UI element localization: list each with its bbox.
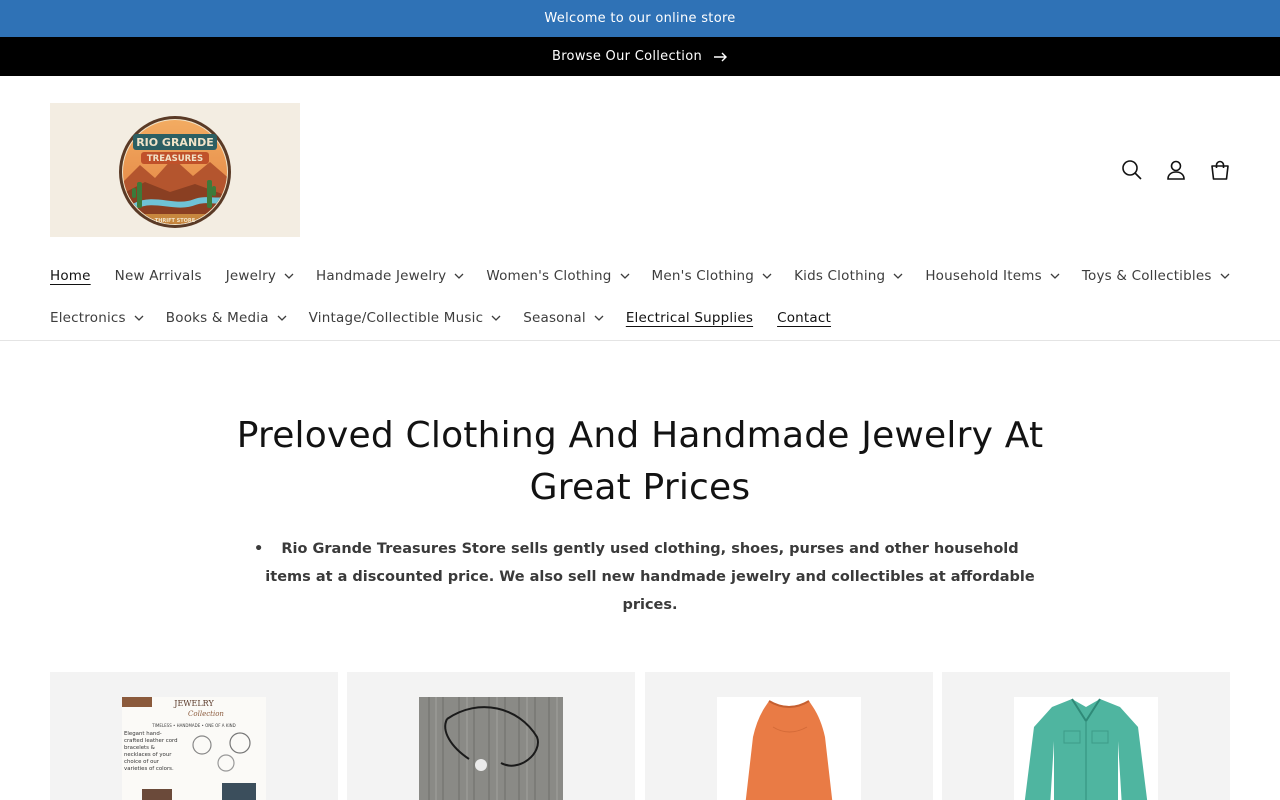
product-image-orange-top (716, 697, 861, 800)
main-nav-row-1: Home New Arrivals Jewelry Handmade Jewel… (50, 264, 1230, 288)
header-divider (0, 340, 1280, 341)
nav-household-items[interactable]: Household Items (925, 268, 1060, 284)
store-logo[interactable]: RIO GRANDE TREASURES THRIFT STORE (50, 103, 300, 237)
nav-seasonal[interactable]: Seasonal (523, 310, 604, 326)
nav-home[interactable]: Home (50, 268, 91, 284)
logo-emblem: RIO GRANDE TREASURES THRIFT STORE (119, 116, 231, 228)
nav-label: Men's Clothing (651, 268, 755, 284)
nav-mens-clothing[interactable]: Men's Clothing (652, 268, 773, 284)
jewelry-description: Elegant hand-crafted leather cord bracel… (124, 731, 178, 772)
nav-label: Handmade Jewelry (316, 268, 447, 284)
nav-electrical-supplies[interactable]: Electrical Supplies (626, 310, 753, 326)
nav-label: Contact (777, 310, 832, 326)
chevron-down-icon (1050, 273, 1060, 279)
nav-womens-clothing[interactable]: Women's Clothing (486, 268, 630, 284)
nav-label: Home (50, 268, 91, 284)
hero-bullet-text: Rio Grande Treasures Store sells gently … (265, 541, 1035, 613)
product-image-leather-cord-necklace (419, 697, 564, 800)
product-card[interactable]: JEWELRY Collection TIMELESS • HANDMADE •… (50, 672, 338, 800)
nav-contact[interactable]: Contact (777, 310, 831, 326)
jewelry-tags: TIMELESS • HANDMADE • ONE OF A KIND (151, 723, 235, 728)
bullet-icon: • (254, 541, 264, 557)
chevron-down-icon (284, 273, 294, 279)
nav-label: Vintage/Collectible Music (308, 310, 484, 326)
product-image-jewelry-collection: JEWELRY Collection TIMELESS • HANDMADE •… (122, 697, 266, 800)
cart-icon[interactable] (1198, 150, 1242, 190)
chevron-down-icon (134, 315, 144, 321)
nav-label: Women's Clothing (486, 268, 612, 284)
nav-toys-collectibles[interactable]: Toys & Collectibles (1082, 268, 1230, 284)
chevron-down-icon (620, 273, 630, 279)
nav-handmade-jewelry[interactable]: Handmade Jewelry (316, 268, 464, 284)
logo-subtitle: THRIFT STORE (155, 218, 196, 224)
nav-label: New Arrivals (114, 268, 202, 284)
nav-jewelry[interactable]: Jewelry (226, 268, 294, 284)
nav-kids-clothing[interactable]: Kids Clothing (794, 268, 903, 284)
account-icon[interactable] (1154, 150, 1198, 190)
header-actions (1110, 150, 1242, 190)
browse-collection-bar[interactable]: Browse Our Collection (0, 37, 1280, 76)
nav-label: Jewelry (225, 268, 277, 284)
chevron-down-icon (491, 315, 501, 321)
chevron-down-icon (594, 315, 604, 321)
nav-books-media[interactable]: Books & Media (166, 310, 287, 326)
chevron-down-icon (454, 273, 464, 279)
nav-electronics[interactable]: Electronics (50, 310, 144, 326)
chevron-down-icon (893, 273, 903, 279)
announcement-text: Welcome to our online store (544, 11, 736, 26)
nav-label: Books & Media (165, 310, 269, 326)
nav-label: Seasonal (523, 310, 586, 326)
product-image-teal-shirt (1013, 697, 1158, 800)
jewelry-heading: JEWELRY (173, 699, 214, 708)
product-card[interactable] (347, 672, 636, 800)
arrow-right-icon (714, 52, 728, 62)
product-grid: JEWELRY Collection TIMELESS • HANDMADE •… (50, 672, 1230, 800)
nav-label: Kids Clothing (794, 268, 886, 284)
product-card[interactable] (941, 672, 1230, 800)
nav-new-arrivals[interactable]: New Arrivals (115, 268, 202, 284)
main-nav-row-2: Electronics Books & Media Vintage/Collec… (50, 306, 831, 330)
hero-description: • Rio Grande Treasures Store sells gentl… (250, 535, 1040, 619)
chevron-down-icon (277, 315, 287, 321)
hero-title: Preloved Clothing And Handmade Jewelry A… (236, 415, 1044, 508)
collection-script: Collection (188, 710, 224, 718)
product-card[interactable] (644, 672, 933, 800)
nav-label: Toys & Collectibles (1081, 268, 1212, 284)
hero-bullet: • Rio Grande Treasures Store sells gentl… (250, 535, 1040, 619)
nav-label: Household Items (925, 268, 1042, 284)
chevron-down-icon (1220, 273, 1230, 279)
nav-vintage-music[interactable]: Vintage/Collectible Music (309, 310, 502, 326)
announcement-bar: Welcome to our online store (0, 0, 1280, 37)
search-icon[interactable] (1110, 150, 1154, 190)
logo-title-top: RIO GRANDE (136, 136, 214, 149)
logo-title-mid: TREASURES (147, 154, 203, 164)
chevron-down-icon (762, 273, 772, 279)
browse-collection-link[interactable]: Browse Our Collection (552, 49, 702, 64)
nav-label: Electronics (50, 310, 126, 326)
nav-label: Electrical Supplies (625, 310, 754, 326)
